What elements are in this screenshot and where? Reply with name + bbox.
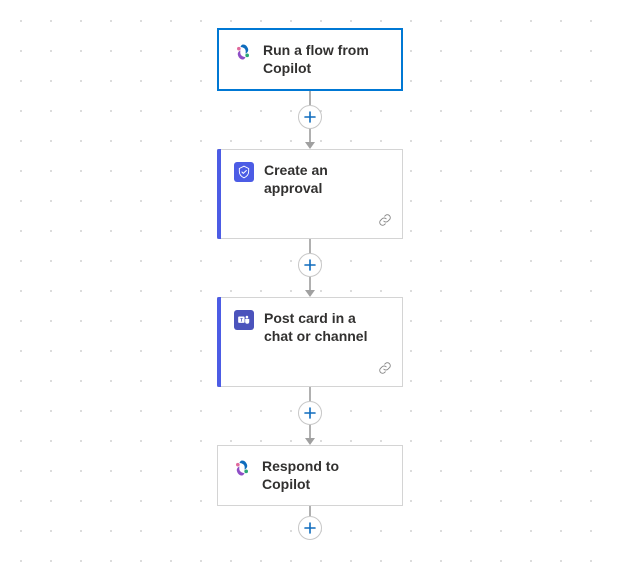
add-step-button[interactable]: [298, 401, 322, 425]
link-icon: [378, 361, 392, 380]
add-step-button[interactable]: [298, 516, 322, 540]
add-step-button[interactable]: [298, 253, 322, 277]
node-run-flow-from-copilot[interactable]: Run a flow from Copilot: [217, 28, 403, 91]
connector: [298, 239, 322, 297]
approval-icon: [234, 162, 254, 182]
flow-canvas[interactable]: Run a flow from Copilot Create an approv…: [0, 0, 620, 572]
copilot-icon: [232, 458, 252, 478]
teams-icon: T: [234, 310, 254, 330]
node-title: Post card in a chat or channel: [264, 310, 388, 345]
copilot-icon: [233, 42, 253, 62]
connector: [298, 506, 322, 540]
node-post-card-teams[interactable]: T Post card in a chat or channel: [217, 297, 403, 387]
add-step-button[interactable]: [298, 105, 322, 129]
node-create-approval[interactable]: Create an approval: [217, 149, 403, 239]
node-respond-to-copilot[interactable]: Respond to Copilot: [217, 445, 403, 506]
node-title: Run a flow from Copilot: [263, 42, 387, 77]
connector: [298, 91, 322, 149]
node-title: Create an approval: [264, 162, 388, 197]
connector: [298, 387, 322, 445]
node-title: Respond to Copilot: [262, 458, 388, 493]
link-icon: [378, 213, 392, 232]
